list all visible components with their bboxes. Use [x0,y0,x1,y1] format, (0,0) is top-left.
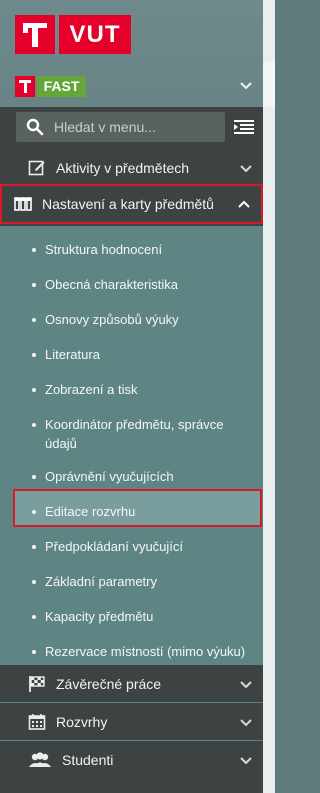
nav-item-zaverecne-prace[interactable]: Závěrečné práce [0,665,263,702]
chevron-down-icon[interactable] [239,78,253,92]
submenu-item[interactable]: Kapacity předmětu [0,607,263,637]
bullet-icon [32,318,36,322]
submenu-item-label: Obecná charakteristika [45,277,178,292]
submenu-item[interactable]: Základní parametry [0,572,263,602]
submenu-item-label: Základní parametry [45,574,157,589]
submenu-item[interactable]: Předpokládaní vyučující [0,537,263,567]
chevron-down-icon[interactable] [239,715,253,729]
menu-panel: Aktivity v předmětech Nastavení a karty … [0,107,263,793]
submenu-item-label: Osnovy způsobů výuky [45,312,179,327]
submenu-item-label: Literatura [45,347,100,362]
submenu-item-label: Oprávnění vyučujících [45,469,174,484]
menu-list-toggle-icon[interactable] [234,119,254,135]
nav-item-rozvrhy[interactable]: Rozvrhy [0,703,263,740]
chevron-down-icon[interactable] [239,753,253,767]
nav-item-label: Rozvrhy [56,713,108,730]
edit-icon [28,159,46,177]
submenu-item-label: Koordinátor předmětu, správce údajů [45,417,224,451]
vut-logo-text: VUT [59,15,131,54]
bullet-icon [32,650,36,654]
nav-item-studenti[interactable]: Studenti [0,741,263,778]
fast-logo-text: FAST [37,76,86,97]
bullet-icon [32,615,36,619]
search-row [0,107,263,149]
submenu-item-label: Editace rozvrhu [45,504,136,519]
flag-checkered-icon [28,675,46,693]
submenu-item[interactable]: Obecná charakteristika [0,275,263,305]
vut-logo-mark [15,15,55,54]
nav-item-nastaveni[interactable]: Nastavení a karty předmětů [0,184,263,224]
submenu-item[interactable]: Osnovy způsobů výuky [0,310,263,340]
search-icon [26,118,44,136]
search-box[interactable] [16,112,225,142]
bullet-icon [32,545,36,549]
content-edge [263,0,275,793]
vut-logo[interactable]: VUT [15,15,131,54]
submenu-item-label: Rezervace místností (mimo výuku) [45,644,246,659]
submenu-item-label: Struktura hodnocení [45,242,163,257]
calendar-icon [28,713,46,731]
chevron-up-icon[interactable] [237,197,251,211]
fast-logo-mark [15,76,35,97]
submenu-item[interactable]: Literatura [0,345,263,375]
bullet-icon [32,283,36,287]
nav-item-label: Aktivity v předmětech [56,159,190,176]
bullet-icon [32,510,36,514]
nav-item-aktivity[interactable]: Aktivity v předmětech [0,149,263,186]
search-input[interactable] [54,119,214,135]
submenu-item-label: Zobrazení a tisk [45,382,138,397]
submenu-item[interactable]: Zobrazení a tisk [0,380,263,410]
bullet-icon [32,353,36,357]
nav-item-label: Nastavení a karty předmětů [42,196,214,212]
bullet-icon [32,475,36,479]
submenu-item-label: Kapacity předmětu [45,609,154,624]
columns-icon [14,195,32,213]
chevron-down-icon[interactable] [239,161,253,175]
content-edge-notch [263,62,275,106]
fast-logo: FAST [15,76,86,97]
bullet-icon [32,248,36,252]
submenu-item-editace-rozvrhu[interactable]: Editace rozvrhu [0,502,263,532]
nav-item-label: Studenti [62,751,114,768]
sidebar: VUT FAST Hledat v menu... Aktivity v pře… [0,0,263,793]
bullet-icon [32,580,36,584]
submenu-item[interactable]: Koordinátor předmětu, správce údajů [0,415,263,457]
faculty-selector[interactable]: FAST [0,63,263,107]
bullet-icon [32,388,36,392]
chevron-down-icon[interactable] [239,677,253,691]
bullet-icon [32,423,36,427]
submenu-item[interactable]: Struktura hodnocení [0,240,263,270]
submenu-item-label: Předpokládaní vyučující [45,539,184,554]
nav-item-label: Závěrečné práce [56,675,162,692]
users-icon [28,751,52,769]
